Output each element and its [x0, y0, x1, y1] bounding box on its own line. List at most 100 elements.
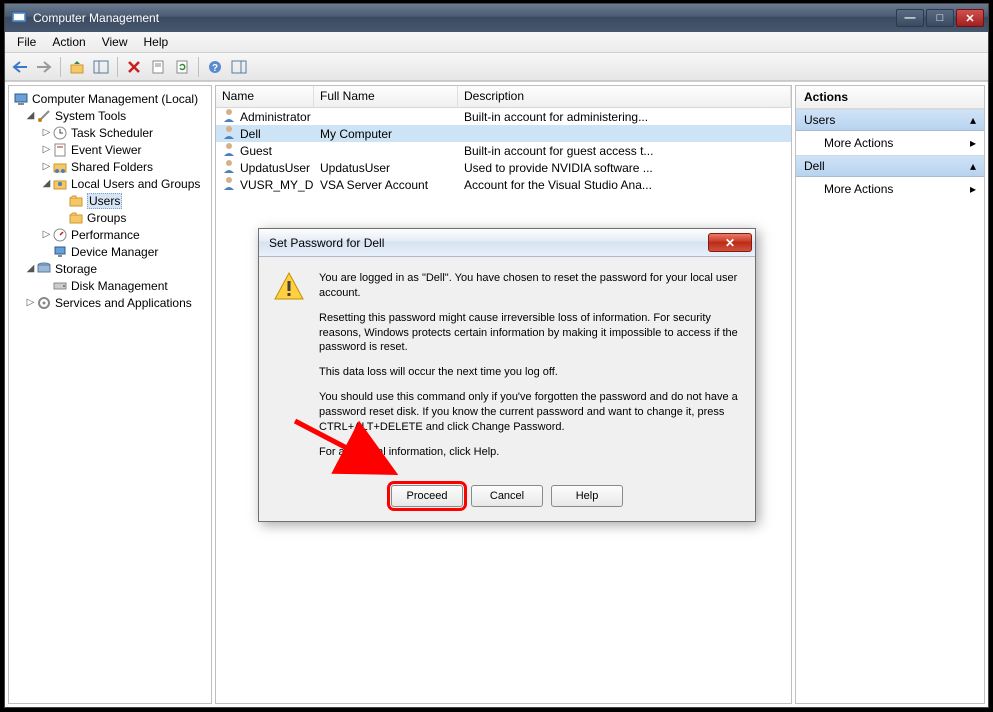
set-password-dialog: Set Password for Dell ✕ You are logged i…: [258, 228, 756, 522]
list-header: Name Full Name Description: [216, 86, 791, 108]
menu-action[interactable]: Action: [44, 33, 93, 51]
tree-performance[interactable]: ▷Performance: [11, 226, 209, 243]
submenu-icon: ▸: [970, 136, 976, 150]
actions-section-dell[interactable]: Dell ▴: [796, 155, 984, 177]
refresh-button[interactable]: [171, 56, 193, 78]
column-name[interactable]: Name: [216, 86, 314, 107]
window-controls: — □ ✕: [896, 9, 984, 27]
collapse-icon[interactable]: ◢: [41, 178, 52, 189]
tree-system-tools[interactable]: ◢System Tools: [11, 107, 209, 124]
user-icon: [222, 125, 236, 142]
close-button[interactable]: ✕: [956, 9, 984, 27]
dialog-title: Set Password for Dell: [269, 236, 708, 250]
disk-icon: [52, 278, 68, 294]
window-title: Computer Management: [33, 11, 896, 25]
tools-icon: [36, 108, 52, 124]
actions-pane: Actions Users ▴ More Actions ▸ Dell ▴ Mo…: [795, 85, 985, 704]
list-row[interactable]: Administrator Built-in account for admin…: [216, 108, 791, 125]
expand-icon[interactable]: ▷: [41, 229, 52, 240]
maximize-button[interactable]: □: [926, 9, 954, 27]
tree-services-apps[interactable]: ▷Services and Applications: [11, 294, 209, 311]
tree-groups[interactable]: Groups: [11, 209, 209, 226]
actions-header: Actions: [796, 86, 984, 109]
navigation-tree[interactable]: Computer Management (Local) ◢System Tool…: [9, 86, 211, 315]
toolbar-separator: [117, 57, 118, 77]
cancel-button[interactable]: Cancel: [471, 485, 543, 507]
proceed-button[interactable]: Proceed: [391, 485, 463, 507]
app-icon: [11, 10, 27, 26]
help-button[interactable]: Help: [551, 485, 623, 507]
collapse-icon[interactable]: ◢: [25, 110, 36, 121]
nav-back-button[interactable]: [9, 56, 31, 78]
user-icon: [222, 108, 236, 125]
properties-button[interactable]: [147, 56, 169, 78]
folder-icon: [68, 193, 84, 209]
event-icon: [52, 142, 68, 158]
dialog-paragraph: You should use this command only if you'…: [319, 390, 741, 435]
list-row[interactable]: VUSR_MY_D... VSA Server Account Account …: [216, 176, 791, 193]
titlebar: Computer Management — □ ✕: [5, 4, 988, 32]
user-icon: [222, 142, 236, 159]
expand-icon[interactable]: ▷: [41, 161, 52, 172]
collapse-icon: ▴: [970, 159, 976, 173]
expand-icon[interactable]: ▷: [25, 297, 36, 308]
dialog-paragraph: For additional information, click Help.: [319, 445, 741, 460]
submenu-icon: ▸: [970, 182, 976, 196]
tree-shared-folders[interactable]: ▷Shared Folders: [11, 158, 209, 175]
column-full-name[interactable]: Full Name: [314, 86, 458, 107]
show-hide-tree-button[interactable]: [90, 56, 112, 78]
expand-icon[interactable]: ▷: [41, 144, 52, 155]
toolbar-separator: [60, 57, 61, 77]
nav-forward-button[interactable]: [33, 56, 55, 78]
tree-device-manager[interactable]: Device Manager: [11, 243, 209, 260]
tree-local-users-groups[interactable]: ◢Local Users and Groups: [11, 175, 209, 192]
menu-help[interactable]: Help: [136, 33, 177, 51]
show-hide-action-pane-button[interactable]: [228, 56, 250, 78]
actions-section-users[interactable]: Users ▴: [796, 109, 984, 131]
help-button[interactable]: ?: [204, 56, 226, 78]
user-icon: [222, 176, 236, 193]
column-description[interactable]: Description: [458, 86, 791, 107]
menu-file[interactable]: File: [9, 33, 44, 51]
up-button[interactable]: [66, 56, 88, 78]
menu-view[interactable]: View: [94, 33, 136, 51]
tree-storage[interactable]: ◢Storage: [11, 260, 209, 277]
list-row[interactable]: Guest Built-in account for guest access …: [216, 142, 791, 159]
shared-folder-icon: [52, 159, 68, 175]
clock-icon: [52, 125, 68, 141]
toolbar: ?: [5, 53, 988, 81]
dialog-paragraph: This data loss will occur the next time …: [319, 365, 741, 380]
warning-icon: [273, 271, 305, 303]
performance-icon: [52, 227, 68, 243]
dialog-titlebar: Set Password for Dell ✕: [259, 229, 755, 257]
tree-root[interactable]: Computer Management (Local): [11, 90, 209, 107]
users-groups-icon: [52, 176, 68, 192]
computer-icon: [13, 91, 29, 107]
dialog-text: You are logged in as "Dell". You have ch…: [319, 271, 741, 469]
collapse-icon[interactable]: ◢: [25, 263, 36, 274]
user-icon: [222, 159, 236, 176]
storage-icon: [36, 261, 52, 277]
svg-text:?: ?: [212, 63, 218, 74]
dialog-paragraph: You are logged in as "Dell". You have ch…: [319, 271, 741, 301]
delete-button[interactable]: [123, 56, 145, 78]
menubar: File Action View Help: [5, 32, 988, 53]
list-row[interactable]: UpdatusUser UpdatusUser Used to provide …: [216, 159, 791, 176]
tree-event-viewer[interactable]: ▷Event Viewer: [11, 141, 209, 158]
minimize-button[interactable]: —: [896, 9, 924, 27]
folder-icon: [68, 210, 84, 226]
tree-task-scheduler[interactable]: ▷Task Scheduler: [11, 124, 209, 141]
collapse-icon: ▴: [970, 113, 976, 127]
dialog-buttons: Proceed Cancel Help: [259, 479, 755, 521]
tree-disk-management[interactable]: Disk Management: [11, 277, 209, 294]
actions-more-users[interactable]: More Actions ▸: [796, 131, 984, 155]
actions-more-dell[interactable]: More Actions ▸: [796, 177, 984, 201]
list-row[interactable]: Dell My Computer: [216, 125, 791, 142]
dialog-close-button[interactable]: ✕: [708, 233, 752, 252]
dialog-body: You are logged in as "Dell". You have ch…: [259, 257, 755, 479]
expand-icon[interactable]: ▷: [41, 127, 52, 138]
services-icon: [36, 295, 52, 311]
tree-users[interactable]: Users: [11, 192, 209, 209]
dialog-paragraph: Resetting this password might cause irre…: [319, 311, 741, 356]
toolbar-separator: [198, 57, 199, 77]
